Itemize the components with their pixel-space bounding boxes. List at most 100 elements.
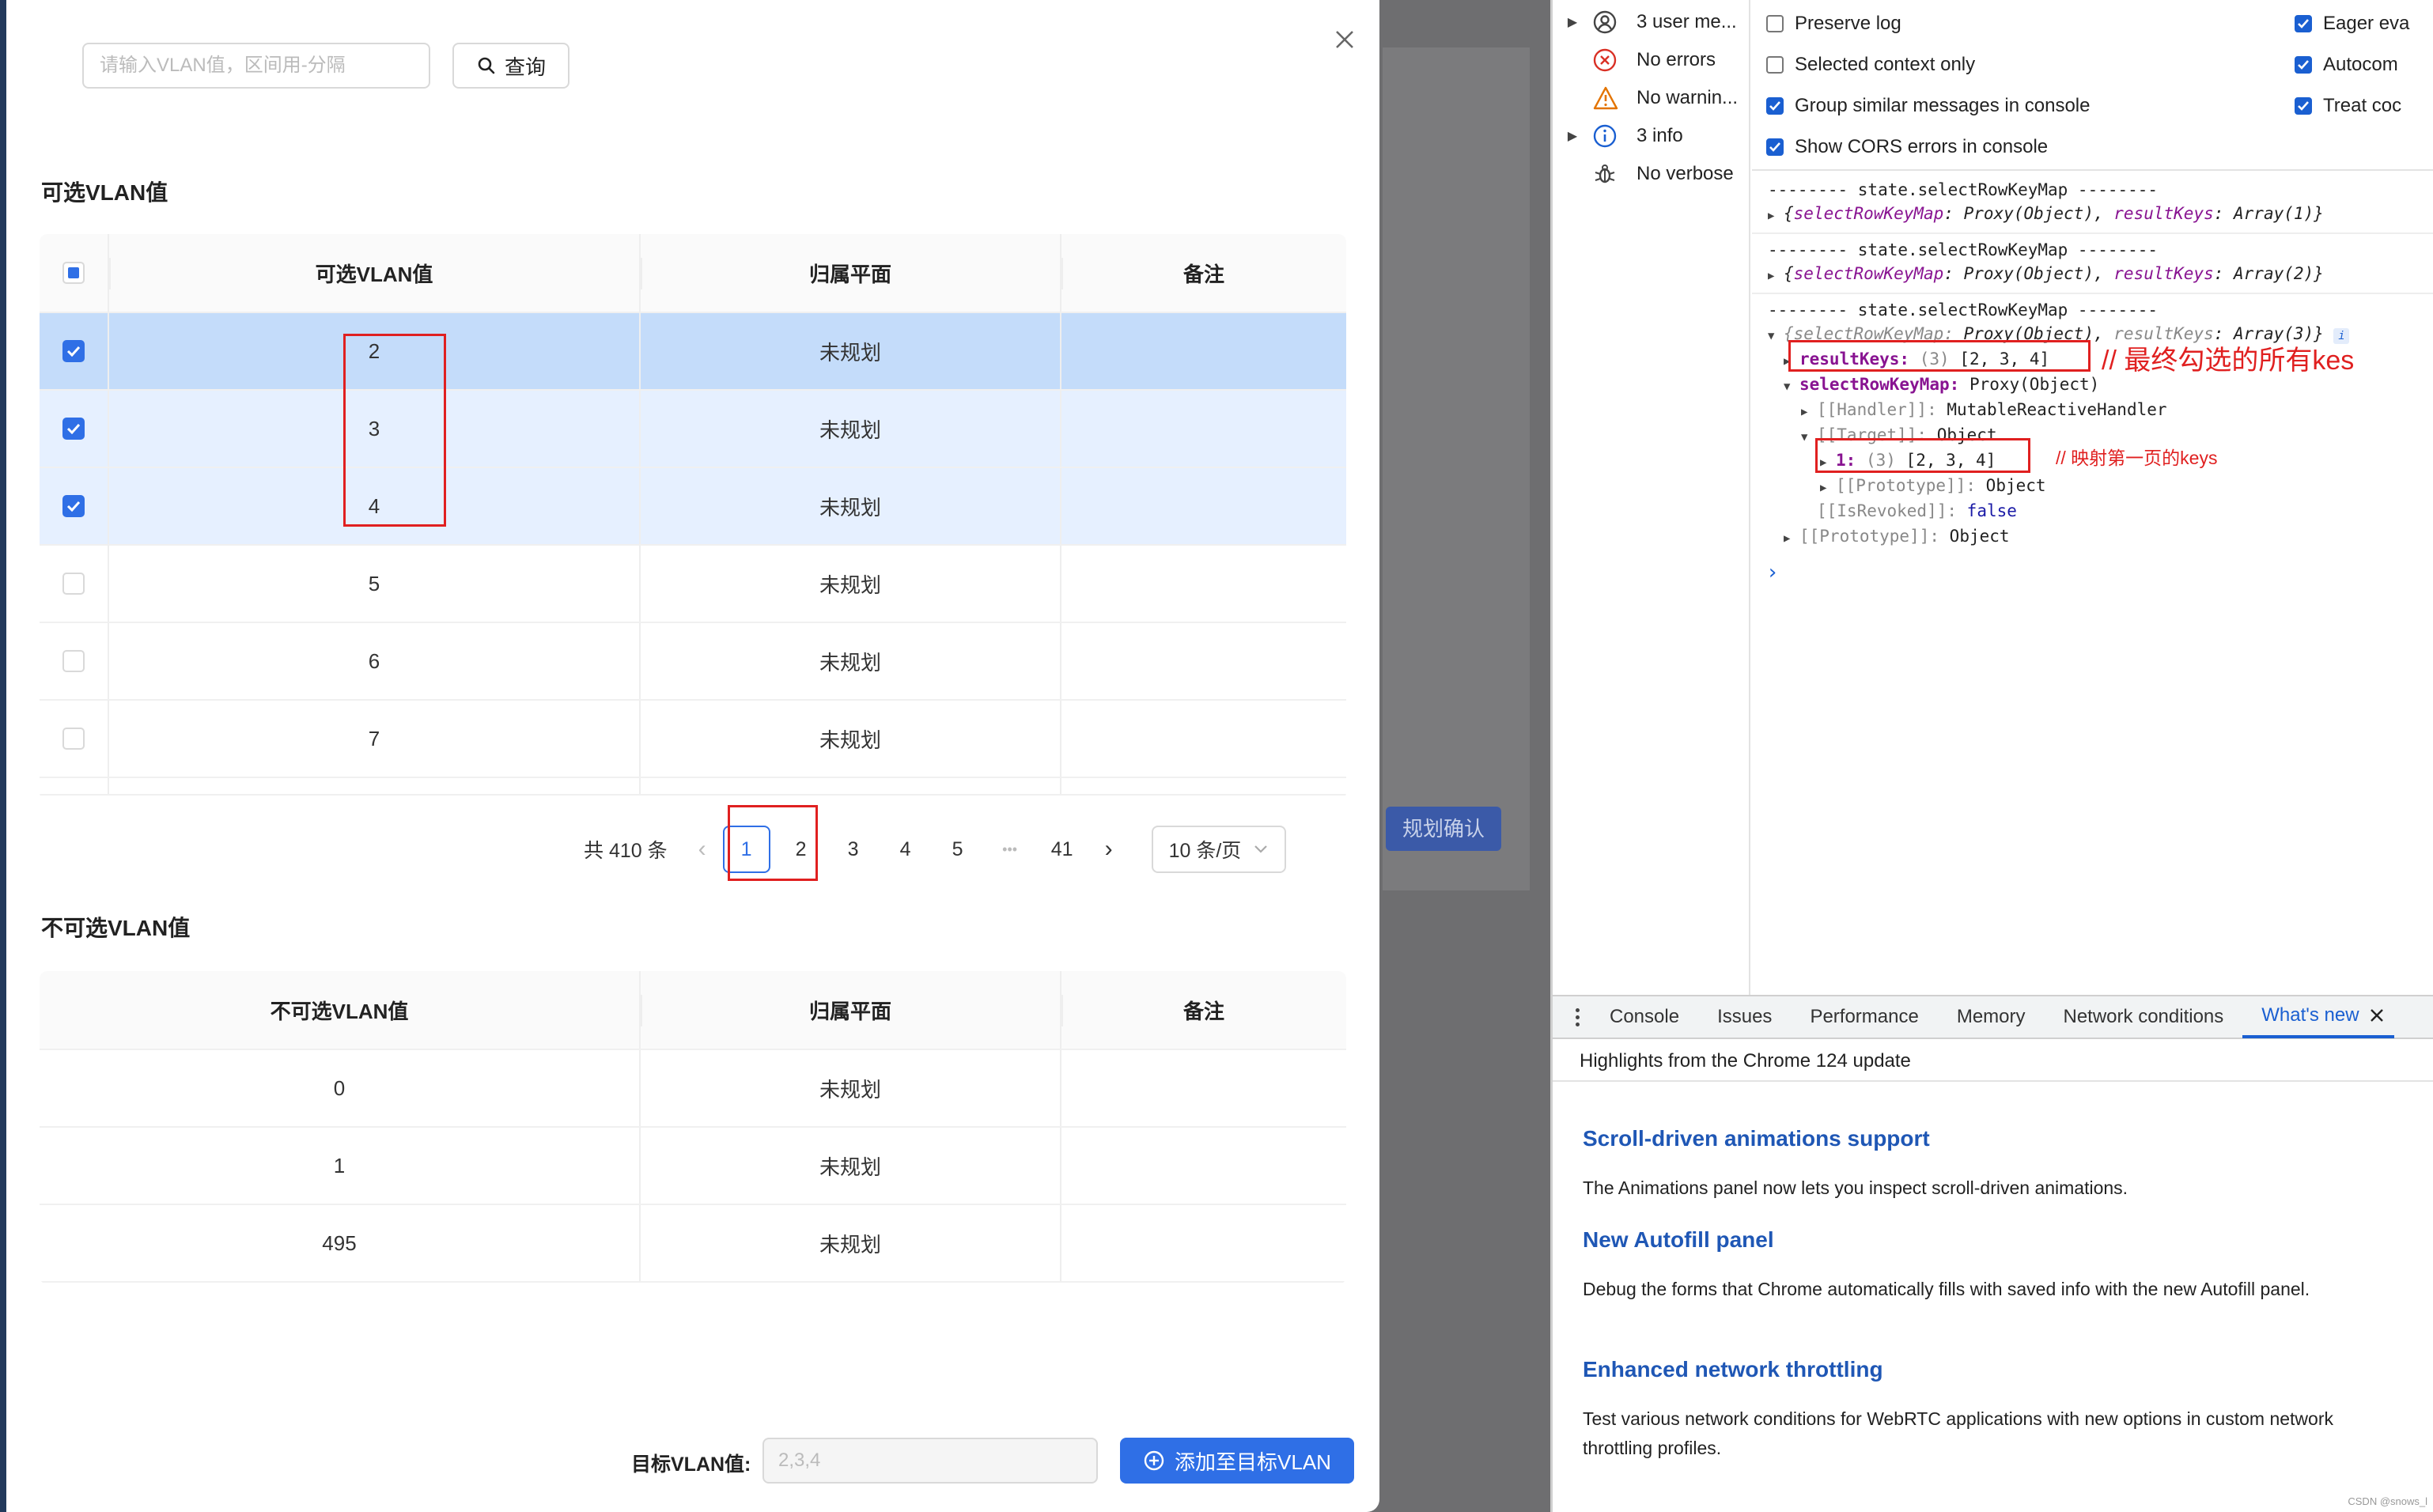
devtools-panel: ▶ 3 user me... No errors No warnin... ▶ 3 inf… <box>1550 0 2433 1512</box>
tab-issues[interactable]: Issues <box>1698 996 1791 1038</box>
setting-option[interactable]: Treat coc <box>2295 89 2401 123</box>
note-cell <box>1061 701 1346 777</box>
whats-new-body-1: The Animations panel now lets you inspec… <box>1583 1177 2128 1198</box>
setting-checkbox[interactable] <box>1766 138 1784 156</box>
row-checkbox[interactable] <box>62 573 85 595</box>
filter-item[interactable]: No warnin... <box>1553 81 1738 115</box>
expand-triangle-icon[interactable]: ▶ <box>1553 128 1592 144</box>
setting-option[interactable]: Preserve log <box>1766 6 1901 41</box>
filter-label: No verbose <box>1637 163 1734 184</box>
table-row[interactable]: 4 未规划 <box>40 468 1346 546</box>
select-all-checkbox[interactable] <box>62 262 85 284</box>
vlan-value-cell: 5 <box>109 546 641 622</box>
row-checkbox[interactable] <box>62 340 85 362</box>
vlan-search-input[interactable] <box>82 43 430 89</box>
page-3[interactable]: 3 <box>827 826 880 873</box>
page-4[interactable]: 4 <box>880 826 932 873</box>
next-page-button[interactable]: › <box>1088 826 1129 873</box>
setting-checkbox[interactable] <box>1766 56 1784 74</box>
highlight-box-result-keys <box>1788 340 2091 372</box>
page-5[interactable]: 5 <box>932 826 984 873</box>
log-group-1: -------- state.selectRowKeyMap -------- … <box>1752 172 2433 234</box>
setting-checkbox[interactable] <box>1766 15 1784 32</box>
setting-option[interactable]: Selected context only <box>1766 47 1975 82</box>
setting-option[interactable]: Show CORS errors in console <box>1766 130 2048 164</box>
unselectable-table-body: 0 未规划 1 未规划 495 未规划 <box>40 1050 1346 1283</box>
setting-option[interactable]: Eager eva <box>2295 6 2409 41</box>
pagination-ellipsis[interactable]: ••• <box>984 826 1036 873</box>
target-vlan-input[interactable]: 2,3,4 <box>762 1438 1098 1484</box>
setting-checkbox[interactable] <box>2295 15 2312 32</box>
plane-cell: 未规划 <box>641 1205 1061 1281</box>
console-prompt[interactable]: › <box>1766 560 1779 585</box>
background-panel <box>1383 47 1530 890</box>
table-row: 495 未规划 <box>40 1205 1346 1283</box>
whats-new-panel: Highlights from the Chrome 124 update Sc… <box>1553 1039 2433 1512</box>
divider <box>1553 1080 2433 1082</box>
annotation-page-keys: // 映射第一页的keys <box>2056 448 2218 468</box>
more-tools-icon[interactable] <box>1564 1007 1591 1026</box>
page-last[interactable]: 41 <box>1036 826 1088 873</box>
select-row-key-map-entry[interactable]: ▼ selectRowKeyMap: Proxy(Object) <box>1784 372 2099 397</box>
select-all-cell <box>40 234 109 312</box>
table-row[interactable]: 7 未规划 <box>40 701 1346 778</box>
handler-entry[interactable]: ▶ [[Handler]]: MutableReactiveHandler <box>1801 397 2167 422</box>
whats-new-title-1[interactable]: Scroll-driven animations support <box>1583 1126 1930 1151</box>
table-row[interactable]: 2 未规划 <box>40 313 1346 391</box>
plane-cell: 未规划 <box>641 1050 1061 1126</box>
tab-list: Console Issues Performance Memory Network co… <box>1591 996 2394 1038</box>
filter-item[interactable]: ▶ 3 info <box>1553 119 1683 153</box>
vlan-value-cell: 7 <box>109 701 641 777</box>
filter-item[interactable]: ▶ 3 user me... <box>1553 5 1737 40</box>
add-to-target-button[interactable]: 添加至目标VLAN <box>1120 1438 1354 1484</box>
setting-checkbox[interactable] <box>1766 97 1784 115</box>
close-icon[interactable] <box>2359 1007 2385 1023</box>
table-row[interactable]: 6 未规划 <box>40 623 1346 701</box>
row-checkbox[interactable] <box>62 728 85 750</box>
log-header: -------- state.selectRowKeyMap -------- <box>1768 180 2159 199</box>
filter-item[interactable]: No errors <box>1553 43 1716 77</box>
row-checkbox[interactable] <box>62 418 85 440</box>
tab-console[interactable]: Console <box>1591 996 1698 1038</box>
table-row[interactable]: 3 未规划 <box>40 391 1346 468</box>
prev-page-button[interactable]: ‹ <box>687 826 718 873</box>
setting-label: Preserve log <box>1795 13 1901 34</box>
note-cell <box>1061 623 1346 699</box>
selectable-section-title: 可选VLAN值 <box>41 180 168 205</box>
vlan-value-cell: 495 <box>40 1205 641 1281</box>
log-object[interactable]: ▶ {selectRowKeyMap: Proxy(Object), result… <box>1768 261 2324 286</box>
row-checkbox[interactable] <box>62 495 85 517</box>
unselectable-table: 不可选VLAN值 归属平面 备注 0 未规划 1 未规划 495 未规划 <box>40 971 1346 1284</box>
row-checkbox[interactable] <box>62 650 85 672</box>
tab-what-s-new[interactable]: What's new <box>2242 996 2394 1038</box>
setting-option[interactable]: Autocom <box>2295 47 2398 82</box>
whats-new-title-2[interactable]: New Autofill panel <box>1583 1227 1774 1253</box>
query-button[interactable]: 查询 <box>452 43 569 89</box>
setting-checkbox[interactable] <box>2295 56 2312 74</box>
tab-network-conditions[interactable]: Network conditions <box>2045 996 2243 1038</box>
whats-new-title-3[interactable]: Enhanced network throttling <box>1583 1357 1883 1382</box>
plane-cell: 未规划 <box>641 1128 1061 1204</box>
target-prototype-entry[interactable]: ▶ [[Prototype]]: Object <box>1820 473 2046 498</box>
tab-memory[interactable]: Memory <box>1938 996 2045 1038</box>
plus-circle-icon <box>1144 1450 1164 1471</box>
note-cell <box>1061 1050 1346 1126</box>
page-size-select[interactable]: 10 条/页 <box>1151 826 1286 873</box>
close-icon[interactable] <box>1329 24 1360 55</box>
highlight-box-page-1 <box>728 805 818 881</box>
plane-cell: 未规划 <box>641 701 1061 777</box>
setting-checkbox[interactable] <box>2295 97 2312 115</box>
setting-label: Autocom <box>2323 54 2398 75</box>
setting-option[interactable]: Group similar messages in console <box>1766 89 2091 123</box>
log-object[interactable]: ▶ {selectRowKeyMap: Proxy(Object), result… <box>1768 201 2324 226</box>
table-row[interactable]: 5 未规划 <box>40 546 1346 623</box>
map-prototype-entry[interactable]: ▶ [[Prototype]]: Object <box>1784 524 2010 549</box>
query-button-label: 查询 <box>504 55 546 79</box>
setting-label: Selected context only <box>1795 54 1976 75</box>
filter-item[interactable]: No verbose <box>1553 157 1734 191</box>
console-settings: Preserve log Selected context only Group s… <box>1752 0 2433 171</box>
header-vlan: 不可选VLAN值 <box>40 971 641 1049</box>
tab-performance[interactable]: Performance <box>1791 996 1937 1038</box>
expand-triangle-icon[interactable]: ▶ <box>1553 14 1592 30</box>
whats-new-body-2: Debug the forms that Chrome automaticall… <box>1583 1279 2310 1299</box>
